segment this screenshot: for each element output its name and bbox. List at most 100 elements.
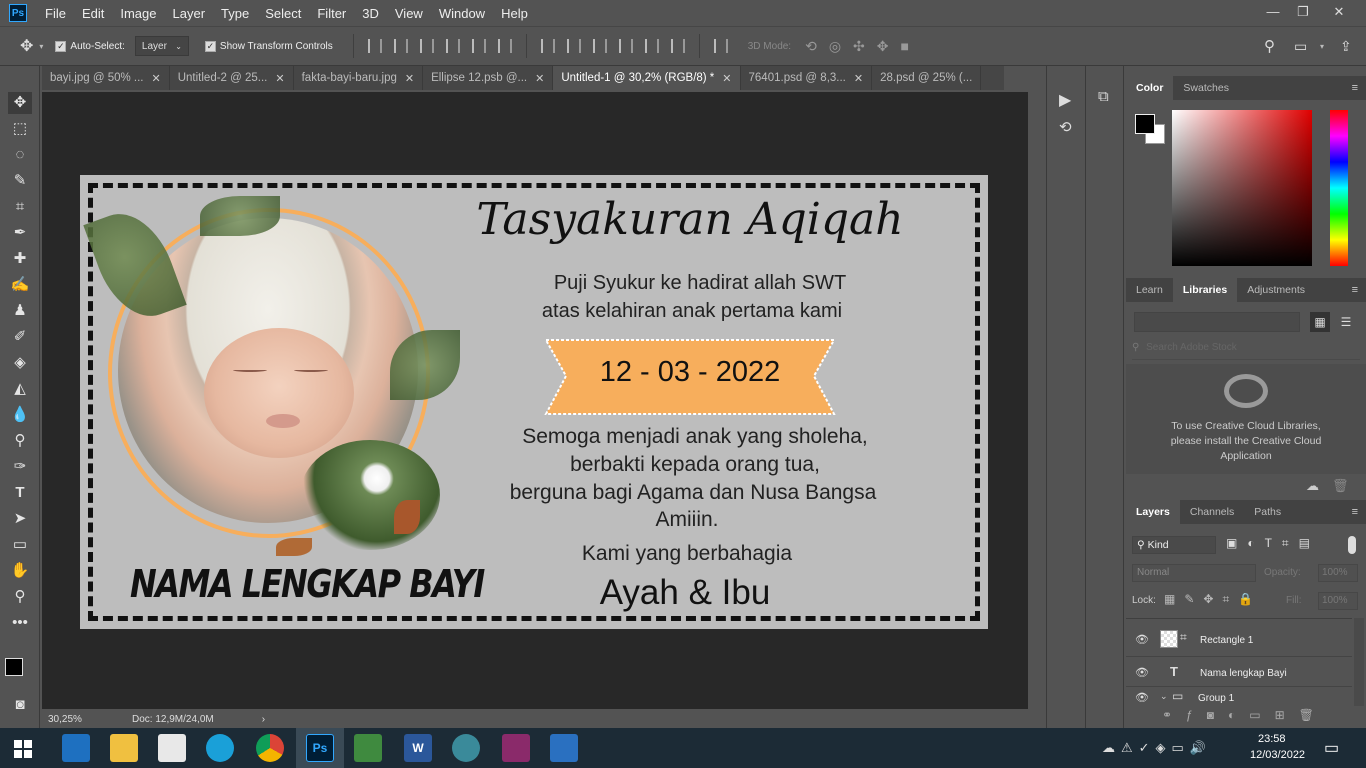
- tab-layers[interactable]: Layers: [1126, 500, 1180, 524]
- hue-slider[interactable]: [1330, 110, 1348, 266]
- tab-untitled-1[interactable]: Untitled-1 @ 30,2% (RGB/8) * ✕: [553, 66, 741, 90]
- tab-76401[interactable]: 76401.psd @ 8,3... ✕: [741, 66, 873, 90]
- close-button[interactable]: ✕: [1324, 2, 1354, 22]
- workspace-icon[interactable]: ▭: [1294, 38, 1307, 55]
- foreground-color-swatch[interactable]: [5, 658, 23, 676]
- word-icon[interactable]: W: [404, 734, 432, 762]
- dodge-tool-icon[interactable]: ⚲: [8, 430, 32, 452]
- minimize-button[interactable]: —: [1258, 2, 1288, 22]
- rectangle-tool-icon[interactable]: ▭: [8, 534, 32, 556]
- eye-icon[interactable]: 👁: [1135, 666, 1149, 679]
- share-icon[interactable]: ⇪: [1340, 38, 1352, 55]
- chevron-down-icon[interactable]: ▾: [1320, 42, 1324, 51]
- panel-menu-icon[interactable]: ≡: [1352, 284, 1358, 296]
- menu-filter[interactable]: Filter: [309, 6, 354, 21]
- distribute-top-icon[interactable]: [540, 39, 555, 53]
- eye-icon[interactable]: 👁: [1135, 691, 1149, 704]
- menu-select[interactable]: Select: [257, 6, 309, 21]
- move-tool-icon[interactable]: ✥: [8, 92, 32, 114]
- lasso-tool-icon[interactable]: ◌: [8, 144, 32, 166]
- layers-scrollbar[interactable]: [1354, 618, 1364, 706]
- distribute-right-icon[interactable]: [670, 39, 685, 53]
- stock-search-input[interactable]: ⚲ Search Adobe Stock: [1132, 342, 1360, 360]
- windows-start-icon[interactable]: [14, 740, 32, 758]
- filter-icons[interactable]: ▣◐T⌗▤: [1226, 536, 1320, 551]
- tab-libraries[interactable]: Libraries: [1172, 278, 1238, 302]
- store-icon[interactable]: [158, 734, 186, 762]
- auto-align-icon[interactable]: [713, 39, 728, 53]
- play-icon[interactable]: ▶: [1059, 90, 1071, 110]
- blend-mode-dropdown[interactable]: Normal: [1132, 564, 1256, 582]
- layers-footer-icons[interactable]: ⚭ƒ◙◐▭⊞🗑: [1162, 708, 1328, 722]
- chevron-down-icon[interactable]: ⌄: [1160, 691, 1168, 702]
- idm-icon[interactable]: [452, 734, 480, 762]
- 3d-rotate-icon[interactable]: ⟲: [805, 38, 817, 55]
- type-tool-icon[interactable]: T: [8, 482, 32, 504]
- layer-filter-kind[interactable]: ⚲ Kind: [1132, 536, 1216, 554]
- menu-file[interactable]: File: [37, 6, 74, 21]
- close-icon[interactable]: ✕: [152, 72, 161, 85]
- history-brush-tool-icon[interactable]: ✐: [8, 326, 32, 348]
- menu-view[interactable]: View: [387, 6, 431, 21]
- layer-row[interactable]: 👁 T Nama lengkap Bayi: [1126, 659, 1352, 687]
- close-icon[interactable]: ✕: [722, 72, 731, 85]
- menu-help[interactable]: Help: [493, 6, 536, 21]
- tab-ellipse[interactable]: Ellipse 12.psb @... ✕: [423, 66, 554, 90]
- color-field[interactable]: [1172, 110, 1312, 266]
- clock-time[interactable]: 23:58: [1258, 733, 1286, 745]
- edge-icon[interactable]: [206, 734, 234, 762]
- tab-untitled-2[interactable]: Untitled-2 @ 25... ✕: [170, 66, 294, 90]
- panel-menu-icon[interactable]: ≡: [1352, 506, 1358, 518]
- close-icon[interactable]: ✕: [275, 72, 284, 85]
- chrome-icon[interactable]: [256, 734, 284, 762]
- path-select-tool-icon[interactable]: ➤: [8, 508, 32, 530]
- tab-learn[interactable]: Learn: [1126, 278, 1173, 302]
- brush-tool-icon[interactable]: ✍: [8, 274, 32, 296]
- paint-bucket-tool-icon[interactable]: ◭: [8, 378, 32, 400]
- blur-tool-icon[interactable]: 💧: [8, 404, 32, 426]
- photoshop-taskbar-icon[interactable]: Ps: [306, 734, 334, 762]
- tab-fakta-bayi[interactable]: fakta-bayi-baru.jpg ✕: [294, 66, 424, 90]
- menu-window[interactable]: Window: [431, 6, 493, 21]
- properties-icon[interactable]: ⧉: [1098, 88, 1109, 105]
- hand-tool-icon[interactable]: ✋: [8, 560, 32, 582]
- eraser-tool-icon[interactable]: ◈: [8, 352, 32, 374]
- chevron-down-icon[interactable]: ▾: [39, 42, 43, 51]
- align-top-icon[interactable]: [367, 39, 382, 53]
- align-hcenter-icon[interactable]: [471, 39, 486, 53]
- 3d-slide-icon[interactable]: ✥: [877, 38, 889, 55]
- library-dropdown[interactable]: [1134, 312, 1300, 332]
- filter-toggle[interactable]: [1348, 536, 1356, 554]
- menu-layer[interactable]: Layer: [165, 6, 214, 21]
- quick-select-tool-icon[interactable]: ✎: [8, 170, 32, 192]
- more-tools-icon[interactable]: •••: [8, 612, 32, 634]
- menu-edit[interactable]: Edit: [74, 6, 112, 21]
- crop-tool-icon[interactable]: ⌗: [8, 196, 32, 218]
- system-tray-icons[interactable]: ☁⚠✓◈▭🔊: [1102, 740, 1212, 756]
- healing-brush-tool-icon[interactable]: ✚: [8, 248, 32, 270]
- lock-icons[interactable]: ▦✎✥⌗🔒: [1164, 592, 1262, 607]
- close-icon[interactable]: ✕: [535, 72, 544, 85]
- tab-swatches[interactable]: Swatches: [1173, 76, 1239, 100]
- search-icon[interactable]: ⚲: [1264, 37, 1275, 55]
- close-icon[interactable]: ✕: [405, 72, 414, 85]
- panel-menu-icon[interactable]: ≡: [1352, 82, 1358, 94]
- grid-view-icon[interactable]: ▦: [1310, 312, 1330, 332]
- align-bottom-icon[interactable]: [419, 39, 434, 53]
- photos-icon[interactable]: [550, 734, 578, 762]
- distribute-bottom-icon[interactable]: [592, 39, 607, 53]
- eye-icon[interactable]: 👁: [1135, 633, 1149, 646]
- auto-select-checkbox[interactable]: ✓: [55, 40, 67, 52]
- close-icon[interactable]: ✕: [854, 72, 863, 85]
- show-transform-checkbox[interactable]: ✓: [204, 40, 216, 52]
- control-panel-icon[interactable]: [62, 734, 90, 762]
- winrar-icon[interactable]: [502, 734, 530, 762]
- tab-channels[interactable]: Channels: [1180, 500, 1244, 524]
- zoom-tool-icon[interactable]: ⚲: [8, 586, 32, 608]
- align-vcenter-icon[interactable]: [393, 39, 408, 53]
- tab-color[interactable]: Color: [1126, 76, 1174, 100]
- distribute-vcenter-icon[interactable]: [566, 39, 581, 53]
- menu-image[interactable]: Image: [112, 6, 164, 21]
- 3d-drag-icon[interactable]: ✣: [853, 38, 865, 55]
- list-view-icon[interactable]: ☰: [1336, 312, 1356, 332]
